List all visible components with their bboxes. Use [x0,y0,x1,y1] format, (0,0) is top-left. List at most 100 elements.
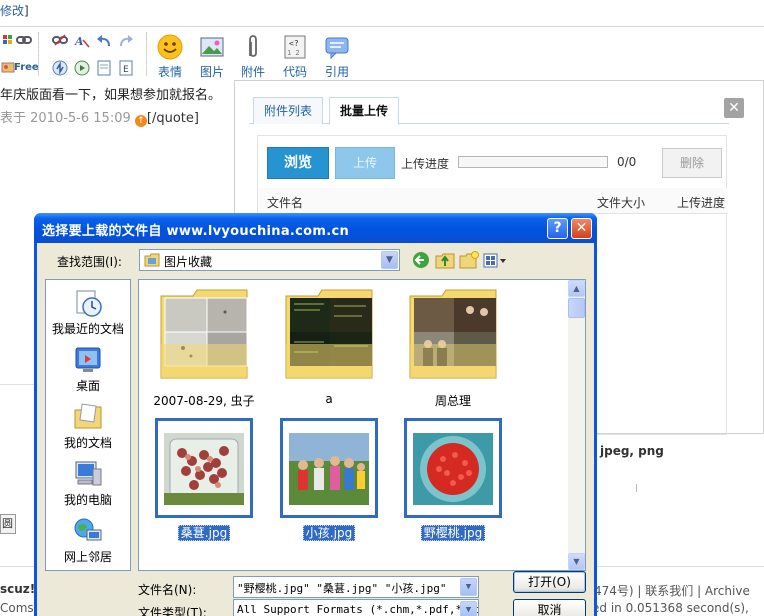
free-icon[interactable]: Free [14,60,39,76]
edit-link-text[interactable]: 修改 [0,4,24,18]
quote-close-tag: [/quote] [146,111,199,126]
folder-thumbnail-icon [285,289,373,379]
children-photo-icon [280,418,378,518]
svg-text:<?: <? [289,39,299,48]
tab-attachment-list[interactable]: 附件列表 [253,97,324,124]
scroll-thumb[interactable] [568,298,585,318]
image-file-item[interactable]: 桑葚.jpg [149,418,259,542]
color-grid-icon[interactable] [0,34,16,50]
place-desktop[interactable]: 桌面 [46,341,130,397]
emoticon-label: 表情 [157,65,182,79]
go-post-icon[interactable]: ↑ [134,115,147,127]
back-icon[interactable] [411,251,431,269]
item-caption: 桑葚.jpg [149,524,259,541]
scroll-up-icon[interactable]: ▲ [568,280,585,297]
chevron-down-icon[interactable]: ▼ [460,601,477,616]
edit-link[interactable]: 修改] [0,2,29,19]
dialog-title: 选择要上载的文件自 www.lvyouchina.com.cn [42,224,350,239]
folder-item[interactable]: a [274,286,384,410]
file-list: 2007-08-29, 虫子 a 周总理 桑葚.jpg 小孩.jpg 野樱桃.j… [138,279,586,571]
quote-button[interactable]: 引用 [317,34,357,80]
place-my-computer[interactable]: 我的电脑 [46,455,130,511]
image-file-item[interactable]: 小孩.jpg [274,418,384,542]
item-name: a [325,392,333,406]
network-places-icon [74,518,102,541]
place-label: 我的电脑 [63,493,112,507]
folder-thumbnail-icon [409,289,497,379]
item-caption: a [274,392,384,406]
item-caption: 2007-08-29, 虫子 [149,392,259,409]
help-button[interactable]: ? [547,218,568,239]
link-icon[interactable] [16,34,32,50]
browse-button[interactable]: 浏览 [267,147,329,179]
filename-label: 文件名(N): [138,583,197,597]
scroll-down-icon[interactable]: ▼ [568,553,585,570]
lookin-value: 图片收藏 [164,255,213,269]
quote-text: 年庆版面看一下，如果想参加就报名。 [0,88,222,103]
svg-text:A: A [74,35,84,48]
view-menu-icon[interactable] [483,251,507,269]
remove-format-icon[interactable]: A [74,34,90,50]
folder-item[interactable]: 周总理 [398,286,508,410]
quote-bubble-icon [325,37,349,60]
bracket: ] [24,4,29,18]
chevron-down-icon[interactable]: ▼ [460,578,477,596]
emoticon-button[interactable]: 表情 [150,34,190,80]
wild-cherry-photo-icon [404,418,502,518]
lookin-dropdown[interactable]: 图片收藏 ▼ [139,249,400,271]
tab-batch-upload[interactable]: 批量上传 [329,97,400,125]
code-icon: <?1 2 [284,35,306,59]
page-icon[interactable] [96,60,112,76]
unlink-icon[interactable] [52,34,68,50]
place-my-documents[interactable]: 我的文档 [46,398,130,454]
progress-label: 上传进度 [401,157,450,171]
folder-item[interactable]: 2007-08-29, 虫子 [149,286,259,410]
toolbar-separator [146,32,147,76]
image-file-item[interactable]: 野樱桃.jpg [398,418,508,542]
panel-close-button[interactable]: ✕ [724,98,744,118]
item-name: 野樱桃.jpg [420,525,486,541]
media-icon[interactable] [74,60,90,76]
recent-documents-icon [76,290,102,317]
chevron-down-icon[interactable]: ▼ [381,251,398,269]
image-button[interactable]: 图片 [192,34,232,80]
filetype-dropdown[interactable]: All Support Formats (*.chm,*.pdf,*.zi ▼ [233,599,479,616]
column-filesize: 文件大小 [597,196,646,210]
flash-icon[interactable] [52,60,68,76]
place-recent-documents[interactable]: 我最近的文档 [46,284,130,340]
up-folder-icon[interactable] [435,251,455,269]
my-computer-icon [75,461,102,486]
filename-input[interactable]: "野樱桃.jpg" "桑葚.jpg" "小孩.jpg" ▼ [233,576,479,598]
smiley-icon [157,34,183,60]
open-button[interactable]: 打开(O) [513,571,586,593]
cancel-button[interactable]: 取消 [513,599,586,616]
dialog-close-button[interactable]: ✕ [571,218,592,239]
place-label: 网上邻居 [63,550,112,564]
folder-icon [144,253,160,267]
place-label: 桌面 [75,379,100,393]
item-name: 2007-08-29, 虫子 [153,394,255,408]
svg-text:1 2: 1 2 [287,49,300,57]
undo-icon[interactable] [96,34,112,50]
divider [0,26,764,27]
new-folder-icon[interactable] [459,251,479,269]
attachment-button[interactable]: 附件 [233,34,273,80]
code-button[interactable]: <? 1 2 代码 [275,34,315,80]
code-label: 代码 [282,65,307,79]
item-caption: 野樱桃.jpg [398,524,508,541]
desktop-icon [75,347,101,372]
table-icon[interactable]: E [118,60,134,76]
divider [636,484,637,492]
footer-links[interactable]: 474号) | 联系我们 | Archive [594,582,750,599]
place-label: 我的文档 [63,436,112,450]
upload-button[interactable]: 上传 [335,147,395,179]
left-edge-button[interactable]: 圆 [0,514,16,534]
place-network[interactable]: 网上邻居 [46,512,130,568]
quote-meta: 表于 2010-5-6 15:09 ↑ [/quote] [0,107,199,127]
delete-button[interactable]: 删除 [662,148,722,178]
paperclip-icon [249,35,257,57]
redo-icon[interactable] [118,34,134,50]
dialog-titlebar[interactable]: 选择要上载的文件自 www.lvyouchina.com.cn ? ✕ [34,213,597,243]
footer-processed-time: ed in 0.051368 second(s), [592,601,749,615]
vertical-scrollbar[interactable]: ▲ ▼ [568,280,585,570]
